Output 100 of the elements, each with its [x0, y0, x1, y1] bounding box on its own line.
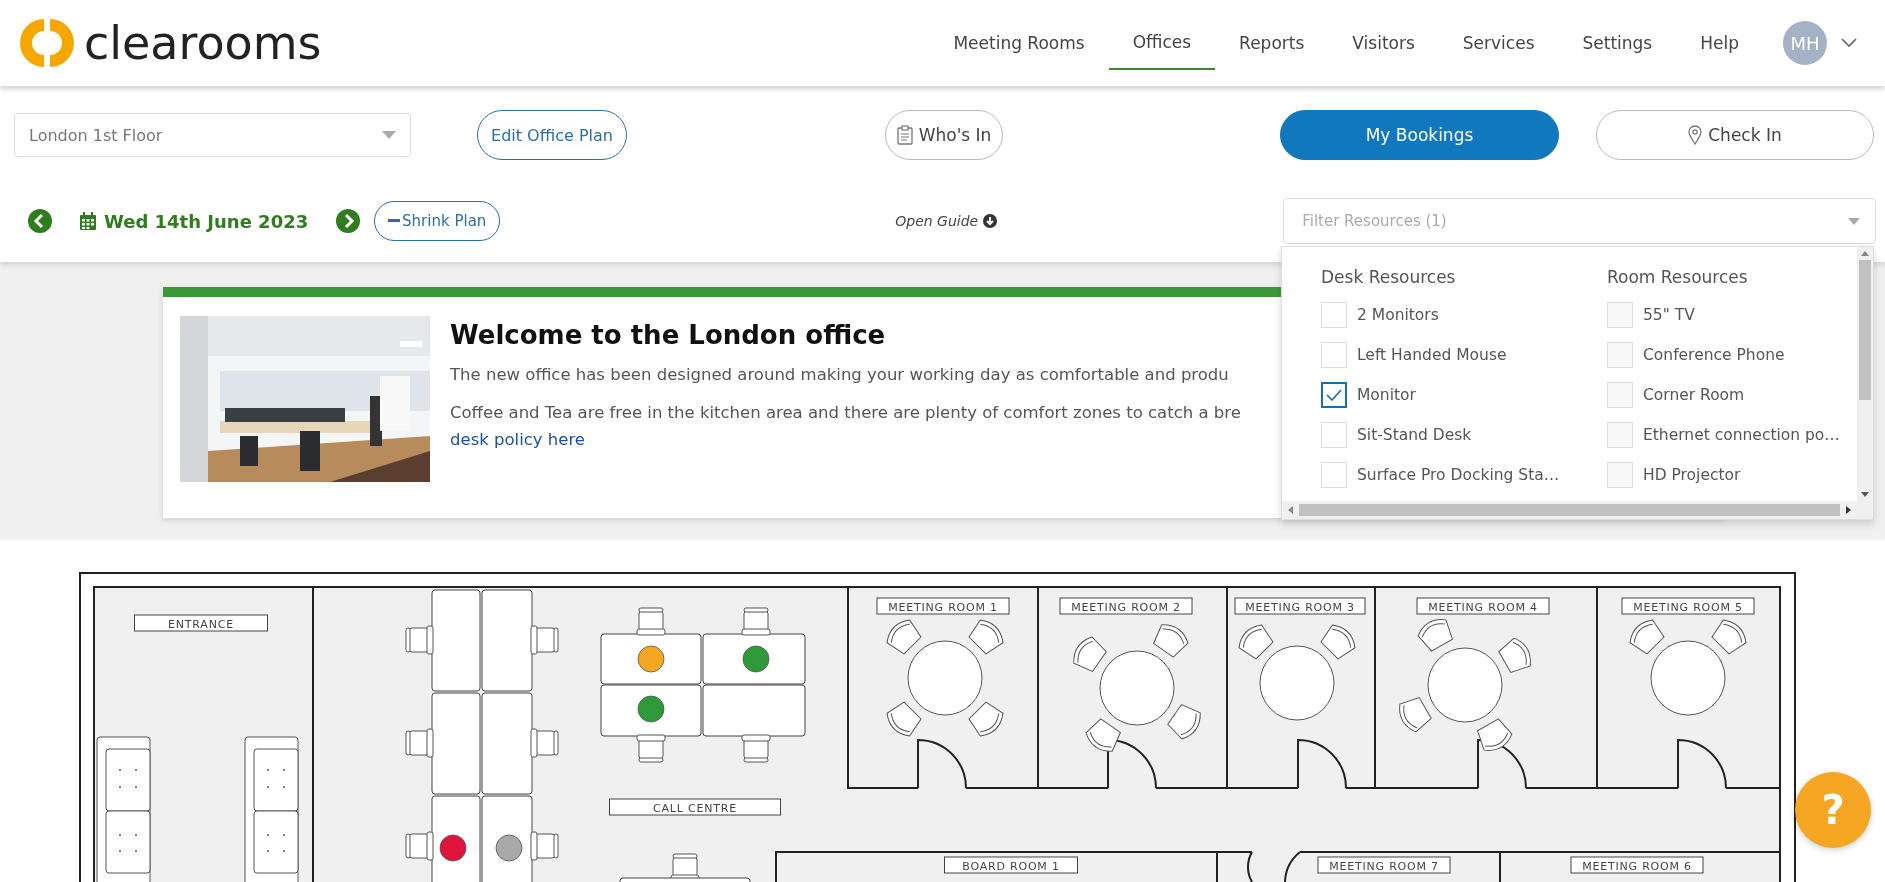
door-drawing	[1284, 851, 1301, 882]
chair	[1238, 624, 1274, 660]
scroll-right-icon[interactable]	[1846, 506, 1851, 514]
room-label: BOARD ROOM 1	[944, 856, 1078, 874]
chair	[1629, 619, 1665, 655]
welcome-text: Coffee and Tea are free in the kitchen area and there are plenty of comfort zones to catch a bre desk policy here	[450, 402, 1241, 451]
room-label: ENTRANCE	[134, 614, 268, 632]
group-heading: Desk Resources	[1321, 267, 1457, 287]
checkbox[interactable]	[1321, 382, 1347, 408]
checkbox-label[interactable]: 55" TV	[1643, 306, 1695, 324]
my-bookings-button[interactable]: My Bookings	[1280, 110, 1559, 160]
welcome-title: Welcome to the London office	[450, 320, 887, 350]
desk-status-dot[interactable]	[637, 695, 665, 723]
checkbox-label[interactable]: 2 Monitors	[1357, 306, 1439, 324]
logo-icon	[20, 16, 74, 70]
chair	[636, 734, 666, 763]
chair	[1417, 619, 1453, 652]
down-arrow-icon[interactable]	[983, 214, 998, 228]
vertical-scrollbar[interactable]	[1857, 247, 1873, 501]
chair	[1498, 637, 1531, 673]
checkbox-label[interactable]: Conference Phone	[1643, 346, 1785, 364]
checkbox-label[interactable]: Sit-Stand Desk	[1357, 426, 1472, 444]
checkbox-label[interactable]: HD Projector	[1643, 466, 1741, 484]
nav-tab[interactable]: Reports	[1215, 0, 1329, 86]
door-drawing	[1677, 739, 1727, 789]
nav-tab[interactable]: Help	[1676, 0, 1763, 86]
chair	[530, 831, 559, 861]
room-label: MEETING ROOM 1	[876, 597, 1010, 615]
room-label: MEETING ROOM 6	[1570, 856, 1704, 874]
room-label: MEETING ROOM 4	[1416, 597, 1550, 615]
checkmark-icon	[1326, 389, 1342, 401]
chair	[968, 619, 1004, 655]
checkbox-label[interactable]: Monitor	[1357, 386, 1416, 404]
nav-tab[interactable]: Meeting Rooms	[929, 0, 1109, 86]
previous-day-icon[interactable]	[28, 209, 52, 233]
door-drawing	[1247, 851, 1253, 882]
chair	[1320, 624, 1356, 660]
location-select[interactable]: London 1st Floor	[14, 113, 411, 157]
desk-status-dot[interactable]	[637, 645, 665, 673]
check-in-button[interactable]: Check In	[1596, 110, 1874, 160]
logo-wordmark: clearooms	[84, 16, 322, 70]
chair	[886, 701, 922, 737]
welcome-text: The new office has been designed around making your working day as comfortable and produ	[450, 364, 1230, 386]
chair	[1167, 704, 1201, 740]
chair	[636, 607, 666, 636]
chair	[1153, 624, 1189, 658]
scroll-left-icon[interactable]	[1288, 506, 1293, 514]
chair	[886, 619, 922, 655]
edit-office-plan-button[interactable]: Edit Office Plan	[477, 110, 627, 160]
horizontal-scrollbar[interactable]	[1282, 501, 1857, 519]
calendar-icon	[80, 212, 96, 230]
chair	[530, 728, 559, 758]
door-drawing	[1297, 739, 1347, 789]
room-label: MEETING ROOM 7	[1317, 856, 1451, 874]
nav-tab[interactable]: Visitors	[1328, 0, 1439, 86]
chair	[1477, 718, 1513, 751]
chair	[405, 625, 434, 655]
chair	[530, 625, 559, 655]
chair	[1085, 718, 1121, 752]
checkbox-label[interactable]: Left Handed Mouse	[1357, 346, 1507, 364]
door-drawing	[1107, 739, 1157, 789]
group-heading: Room Resources	[1607, 267, 1749, 287]
chair	[405, 728, 434, 758]
checkbox-label[interactable]: Surface Pro Docking Sta…	[1357, 466, 1560, 484]
chair	[1711, 619, 1747, 655]
next-day-icon[interactable]	[336, 209, 361, 233]
chair	[968, 701, 1004, 737]
room-label: CALL CENTRE	[609, 798, 781, 816]
whos-in-button[interactable]: Who's In	[885, 110, 1003, 160]
date-label: Wed 14th June 2023	[104, 210, 309, 232]
chevron-down-icon[interactable]	[1841, 38, 1857, 48]
checkbox-label[interactable]: Ethernet connection po…	[1643, 426, 1840, 444]
nav-tab[interactable]: Settings	[1558, 0, 1677, 86]
open-guide-link[interactable]: Open Guide	[895, 213, 979, 229]
chair	[1073, 636, 1107, 672]
dropdown-caret-icon	[1848, 218, 1861, 225]
filter-resources-select[interactable]: Filter Resources (1)	[1283, 198, 1877, 244]
dropdown-caret-icon	[382, 131, 396, 139]
room-label: MEETING ROOM 5	[1621, 597, 1755, 615]
desk-status-dot[interactable]	[742, 645, 770, 673]
room-label: MEETING ROOM 2	[1059, 597, 1193, 615]
checkbox-label[interactable]: Corner Room	[1643, 386, 1745, 404]
desk-status-dot[interactable]	[495, 834, 523, 862]
scroll-up-icon[interactable]	[1861, 251, 1869, 256]
chair	[741, 607, 771, 636]
desk-status-dot[interactable]	[439, 834, 467, 862]
location-pin-icon	[1688, 125, 1703, 145]
scroll-down-icon[interactable]	[1861, 492, 1869, 497]
nav-tab[interactable]: Services	[1438, 0, 1559, 86]
minus-icon	[388, 219, 401, 223]
door-drawing	[1477, 739, 1527, 789]
clipboard-icon	[896, 125, 913, 145]
nav-tab[interactable]: Offices	[1108, 0, 1216, 70]
chair	[1399, 697, 1432, 733]
chair	[405, 831, 434, 861]
door-drawing	[917, 739, 967, 789]
desk-policy-link[interactable]: desk policy here	[450, 429, 586, 449]
select-value: London 1st Floor	[29, 125, 163, 145]
shrink-plan-button[interactable]: Shrink Plan	[374, 201, 501, 241]
chair	[741, 734, 771, 763]
